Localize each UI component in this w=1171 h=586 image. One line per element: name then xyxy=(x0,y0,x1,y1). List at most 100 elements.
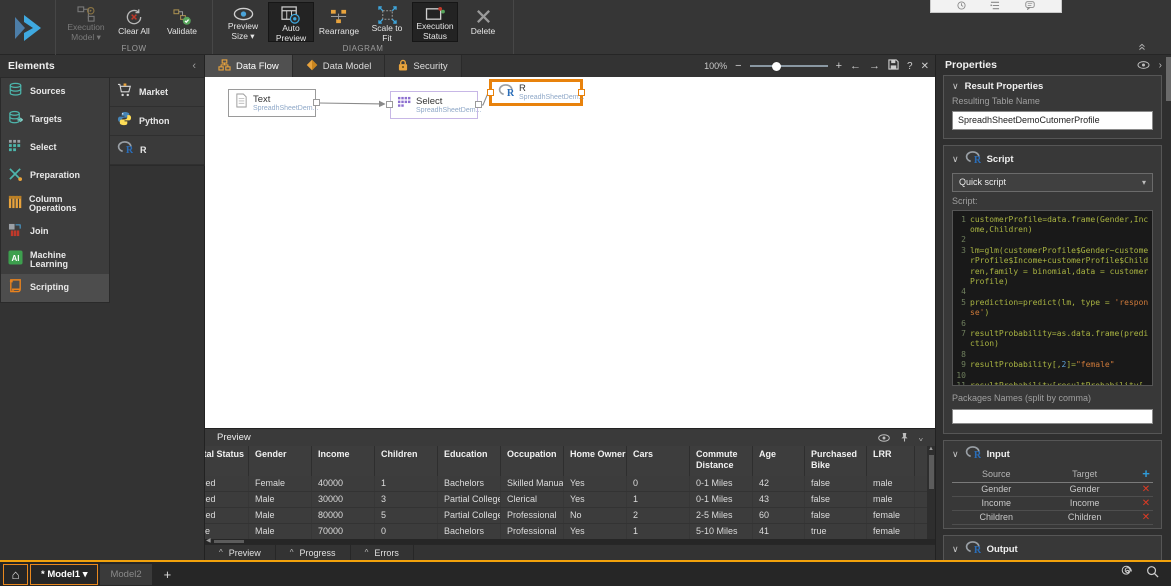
model-tab-2[interactable]: Model2 xyxy=(100,564,151,585)
tab-data-model[interactable]: Data Model xyxy=(293,55,386,77)
column-header-occupation[interactable]: Occupation xyxy=(501,446,564,476)
table-row[interactable]: MarriedFemale400001BachelorsSkilled Manu… xyxy=(205,476,935,492)
sidebar-item-machine-learning[interactable]: AIMachine Learning xyxy=(1,246,109,274)
chevron-down-icon[interactable]: ∨ xyxy=(952,544,959,555)
clear-all-button[interactable]: Clear All xyxy=(111,2,157,42)
execution-status-button[interactable]: Execution Status xyxy=(412,2,458,42)
add-model-button[interactable]: + xyxy=(164,567,172,582)
column-header-age[interactable]: Age xyxy=(753,446,805,476)
output-port[interactable] xyxy=(475,101,482,108)
sidebar-item-preparation[interactable]: Preparation xyxy=(1,162,109,190)
chevron-down-icon[interactable]: ∨ xyxy=(952,449,959,460)
grid-row[interactable]: IncomeIncome✕ xyxy=(952,497,1153,511)
auto-preview-button[interactable]: Auto Preview xyxy=(268,2,314,42)
output-port[interactable] xyxy=(578,89,585,96)
code-text: resultProbability[,2]="female" xyxy=(970,360,1150,370)
close-canvas-icon[interactable]: ✕ xyxy=(921,61,929,72)
app-logo[interactable] xyxy=(0,0,56,55)
resulting-table-name-input[interactable] xyxy=(952,111,1153,130)
flow-node-select[interactable]: SelectSpreadhSheetDem... xyxy=(390,91,478,119)
model-tab-1[interactable]: * Model1 ▾ xyxy=(30,564,98,585)
home-button[interactable]: ⌂ xyxy=(3,564,28,585)
validate-button[interactable]: Validate xyxy=(159,2,205,42)
scale-to-fit-button[interactable]: Scale to Fit xyxy=(364,2,410,42)
column-header-children[interactable]: Children xyxy=(375,446,438,476)
preview-pin-icon[interactable] xyxy=(900,429,909,447)
zoom-out-icon[interactable]: − xyxy=(735,60,741,72)
table-cell-value: male xyxy=(873,494,893,504)
column-header-marital-status[interactable]: Marital Status xyxy=(205,446,249,476)
tab-data-flow[interactable]: Data Flow xyxy=(205,55,293,77)
undo-icon[interactable]: ← xyxy=(850,60,861,72)
help-icon[interactable]: ? xyxy=(907,61,913,72)
delete-row-icon[interactable]: ✕ xyxy=(1139,484,1153,495)
output-port[interactable] xyxy=(313,99,320,106)
preview-vertical-scrollbar[interactable]: ▲ xyxy=(927,446,935,539)
collapse-elements-icon[interactable]: ‹ xyxy=(192,60,196,72)
column-header-cars[interactable]: Cars xyxy=(627,446,690,476)
outline-icon[interactable] xyxy=(990,0,1000,15)
flow-node-r[interactable]: RRSpreadhSheetDem... xyxy=(489,79,583,106)
delete-row-icon[interactable]: ✕ xyxy=(1139,498,1153,509)
delete-row-icon[interactable]: ✕ xyxy=(1139,512,1153,523)
dataflow-canvas[interactable]: TextSpreadhSheetDem... SelectSpreadhSheet… xyxy=(205,77,935,428)
column-header-commute-distance[interactable]: Commute Distance xyxy=(690,446,753,476)
sidebar-item-select[interactable]: Select xyxy=(1,134,109,162)
input-port[interactable] xyxy=(386,101,393,108)
table-row[interactable]: MarriedMale800005Partial CollegeProfessi… xyxy=(205,508,935,524)
table-cell-value: Married xyxy=(205,492,216,507)
preview-collapse-icon[interactable]: ^ xyxy=(919,433,923,442)
clock-icon[interactable] xyxy=(957,0,966,15)
properties-collapse-icon[interactable]: › xyxy=(1159,60,1162,71)
column-header-purchased-bike[interactable]: Purchased Bike xyxy=(805,446,867,476)
column-header-lrr[interactable]: LRR xyxy=(867,446,915,476)
redo-icon[interactable]: → xyxy=(869,60,880,72)
script-type-dropdown[interactable]: Quick script ▾ xyxy=(952,173,1153,192)
flow-node-text[interactable]: TextSpreadhSheetDem... xyxy=(228,89,316,117)
sidebar-item-scripting[interactable]: Scripting xyxy=(1,274,109,302)
table-cell: male xyxy=(867,476,915,491)
flyout-item-r[interactable]: RR xyxy=(110,136,204,165)
bottom-tab-progress[interactable]: ^Progress xyxy=(276,545,351,560)
collapse-ribbon-icon[interactable]: » xyxy=(1136,43,1146,50)
preview-size-button[interactable]: Preview Size ▾ xyxy=(220,2,266,42)
table-row[interactable]: MarriedMale300003Partial CollegeClerical… xyxy=(205,492,935,508)
flyout-item-market[interactable]: Market xyxy=(110,78,204,107)
tab-security[interactable]: Security xyxy=(385,55,461,77)
delete-button[interactable]: Delete xyxy=(460,2,506,42)
code-line: 3lm=glm(customerProfile$Gender~customerP… xyxy=(955,246,1150,288)
table-row[interactable]: SingleMale700000BachelorsProfessionalYes… xyxy=(205,524,935,539)
zoom-in-icon[interactable]: + xyxy=(836,60,842,72)
properties-eye-icon[interactable] xyxy=(1137,56,1150,74)
add-row-button[interactable]: + xyxy=(1139,468,1153,480)
zoom-slider-thumb[interactable] xyxy=(772,62,781,71)
preview-eye-icon[interactable] xyxy=(878,429,890,447)
properties-scrollbar[interactable] xyxy=(1166,57,1171,101)
feedback-spiral-icon[interactable] xyxy=(1120,565,1133,583)
sidebar-item-column-operations[interactable]: Column Operations xyxy=(1,190,109,218)
sidebar-item-label: Join xyxy=(30,227,49,237)
column-header-income[interactable]: Income xyxy=(312,446,375,476)
column-header-home-owner[interactable]: Home Owner xyxy=(564,446,627,476)
sidebar-item-sources[interactable]: Sources xyxy=(1,78,109,106)
bottom-tab-preview[interactable]: ^Preview xyxy=(205,545,276,560)
zoom-slider[interactable] xyxy=(750,65,828,67)
sidebar-item-targets[interactable]: Targets xyxy=(1,106,109,134)
chevron-down-icon[interactable]: ∨ xyxy=(952,81,959,92)
grid-row[interactable]: GenderGender✕ xyxy=(952,483,1153,497)
packages-names-input[interactable] xyxy=(952,409,1153,424)
comment-icon[interactable] xyxy=(1025,0,1035,15)
sidebar-item-join[interactable]: Join xyxy=(1,218,109,246)
preview-horizontal-scrollbar[interactable]: ◀ xyxy=(205,539,935,544)
column-header-gender[interactable]: Gender xyxy=(249,446,312,476)
r-script-editor[interactable]: 1customerProfile=data.frame(Gender,Incom… xyxy=(952,210,1153,386)
grid-row[interactable]: ChildrenChildren✕ xyxy=(952,511,1153,525)
rearrange-button[interactable]: Rearrange xyxy=(316,2,362,42)
search-icon[interactable] xyxy=(1146,565,1159,583)
bottom-tab-errors[interactable]: ^Errors xyxy=(351,545,414,560)
chevron-down-icon[interactable]: ∨ xyxy=(952,154,959,165)
save-diagram-icon[interactable] xyxy=(888,59,899,73)
input-port[interactable] xyxy=(487,89,494,96)
flyout-item-python[interactable]: Python xyxy=(110,107,204,136)
column-header-education[interactable]: Education xyxy=(438,446,501,476)
